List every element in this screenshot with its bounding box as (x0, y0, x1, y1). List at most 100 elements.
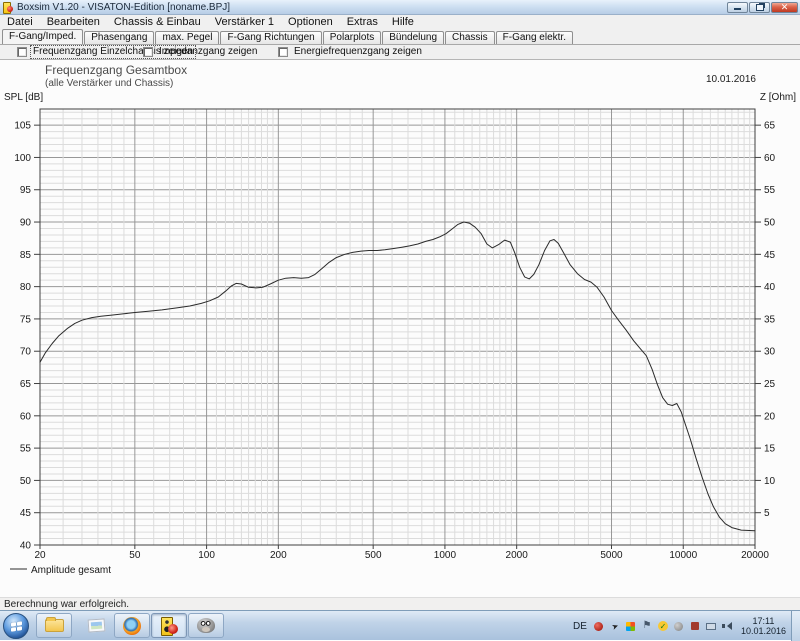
chart-subtitle: (alle Verstärker und Chassis) (45, 78, 173, 89)
y-axis-right-label: 65 (764, 121, 776, 132)
y-axis-left-label: 85 (20, 250, 32, 261)
y-axis-right-label: 10 (764, 476, 776, 487)
x-axis-label: 1000 (434, 550, 457, 561)
y-axis-left-label: 75 (20, 314, 32, 325)
chart-title: Frequenzgang Gesamtbox (45, 63, 187, 77)
boxsim-app-icon (3, 2, 13, 12)
antivirus-check-icon[interactable]: ✓ (657, 620, 669, 632)
tab-max-pegel[interactable]: max. Pegel (155, 31, 219, 44)
checkbox-energiefrequenzgang[interactable]: Energiefrequenzgang zeigen (278, 46, 424, 58)
menu-bar: Datei Bearbeiten Chassis & Einbau Verstä… (0, 15, 800, 30)
language-indicator[interactable]: DE (573, 621, 589, 632)
titlebar: Boxsim V1.20 - VISATON-Edition [noname.B… (0, 0, 800, 15)
y-axis-right-label: 55 (764, 185, 776, 196)
y-axis-left-label: 80 (20, 282, 32, 293)
boxsim-speaker-icon (160, 617, 178, 635)
y-axis-right-label: 30 (764, 347, 776, 358)
frequency-response-chart: 4045505560657075808590951001055101520253… (0, 60, 800, 597)
y-axis-left-label: 45 (20, 508, 32, 519)
tab-fgang-richtungen[interactable]: F-Gang Richtungen (220, 31, 321, 44)
menu-hilfe[interactable]: Hilfe (385, 15, 421, 30)
y-axis-right-label: 5 (764, 508, 770, 519)
menu-optionen[interactable]: Optionen (281, 15, 340, 30)
window-title: Boxsim V1.20 - VISATON-Edition [noname.B… (17, 2, 230, 13)
x-axis-label: 20 (34, 550, 46, 561)
status-text: Berechnung war erfolgreich. (4, 599, 129, 610)
clock-date: 10.01.2016 (741, 626, 786, 636)
x-axis-label: 200 (270, 550, 287, 561)
pictures-icon (87, 618, 105, 632)
y-axis-right-label: 25 (764, 379, 776, 390)
security-tray-icon[interactable] (593, 620, 605, 632)
system-tray: DE ➤ ⚑ ✓ 17:11 10.01.2016 (573, 611, 788, 641)
x-axis-label: 10000 (669, 550, 697, 561)
menu-bearbeiten[interactable]: Bearbeiten (40, 15, 107, 30)
windows-flag-tray-icon[interactable] (625, 620, 637, 632)
y-axis-left-label: 50 (20, 476, 32, 487)
minimize-button[interactable] (727, 2, 748, 13)
close-icon: ✕ (781, 3, 789, 12)
clock-time: 17:11 (753, 616, 775, 626)
taskbar-button-pictures[interactable] (78, 613, 114, 638)
y-axis-left-label: 55 (20, 444, 32, 455)
red-app-tray-icon[interactable] (689, 620, 701, 632)
gimp-icon (197, 618, 215, 633)
tab-chassis[interactable]: Chassis (445, 31, 495, 44)
taskbar-button-boxsim[interactable] (151, 613, 187, 638)
y-axis-right-label: 15 (764, 444, 776, 455)
y-axis-left-label: 60 (20, 411, 32, 422)
menu-verstaerker[interactable]: Verstärker 1 (208, 15, 281, 30)
taskbar-clock[interactable]: 17:11 10.01.2016 (741, 616, 786, 636)
checkbox-box[interactable] (17, 47, 27, 57)
taskbar-button-explorer[interactable] (36, 613, 72, 638)
y-axis-left-label: 40 (20, 541, 32, 552)
tab-bar: F-Gang/Imped. Phasengang max. Pegel F-Ga… (0, 30, 800, 45)
action-center-flag-icon[interactable]: ⚑ (641, 620, 653, 632)
x-axis-label: 2000 (506, 550, 529, 561)
checkbox-impedanzgang[interactable]: Impedanzgang zeigen (143, 46, 259, 58)
taskbar-button-firefox[interactable] (114, 613, 150, 638)
tab-fgang-imped[interactable]: F-Gang/Imped. (2, 29, 83, 44)
y-axis-left-label: 90 (20, 218, 32, 229)
cursor-tray-icon[interactable]: ➤ (607, 618, 622, 633)
tab-buendelung[interactable]: Bündelung (382, 31, 444, 44)
checkbox-box[interactable] (278, 47, 288, 57)
show-desktop-button[interactable] (791, 611, 800, 641)
y-axis-left-label: 70 (20, 347, 32, 358)
menu-datei[interactable]: Datei (0, 15, 40, 30)
chart-date: 10.01.2016 (706, 74, 756, 85)
menu-chassis-einbau[interactable]: Chassis & Einbau (107, 15, 208, 30)
volume-icon[interactable] (721, 620, 733, 632)
y-axis-right-label: 40 (764, 282, 776, 293)
y-axis-right-label: 20 (764, 411, 776, 422)
y-axis-left-label: 100 (14, 153, 31, 164)
impedance-axis-caption: Z [Ohm] (760, 92, 796, 103)
start-button[interactable] (3, 613, 29, 639)
boxsim-window: Boxsim V1.20 - VISATON-Edition [noname.B… (0, 0, 800, 640)
taskbar: DE ➤ ⚑ ✓ 17:11 10.01.2016 (0, 610, 800, 640)
close-button[interactable]: ✕ (771, 2, 798, 13)
legend-label: Amplitude gesamt (31, 565, 111, 576)
options-bar: Frequenzgang Einzelchassis zeigen Impeda… (0, 45, 800, 60)
tab-polarplots[interactable]: Polarplots (323, 31, 381, 44)
gray-app-tray-icon[interactable] (673, 620, 685, 632)
window-controls: ✕ (727, 2, 798, 13)
tab-phasengang[interactable]: Phasengang (84, 31, 154, 44)
restore-button[interactable] (749, 2, 770, 13)
x-axis-label: 100 (198, 550, 215, 561)
y-axis-right-label: 35 (764, 314, 776, 325)
y-axis-right-label: 50 (764, 218, 776, 229)
chart-panel: 4045505560657075808590951001055101520253… (0, 60, 800, 597)
x-axis-label: 20000 (741, 550, 769, 561)
taskbar-button-gimp[interactable] (188, 613, 224, 638)
folder-icon (45, 619, 64, 632)
checkbox-box[interactable] (143, 47, 153, 57)
network-icon[interactable] (705, 620, 717, 632)
menu-extras[interactable]: Extras (340, 15, 385, 30)
y-axis-left-label: 95 (20, 185, 32, 196)
x-axis-label: 50 (129, 550, 141, 561)
y-axis-right-label: 60 (764, 153, 776, 164)
minimize-icon (734, 8, 741, 10)
tab-fgang-elektr[interactable]: F-Gang elektr. (496, 31, 573, 44)
spl-axis-caption: SPL [dB] (4, 92, 43, 103)
